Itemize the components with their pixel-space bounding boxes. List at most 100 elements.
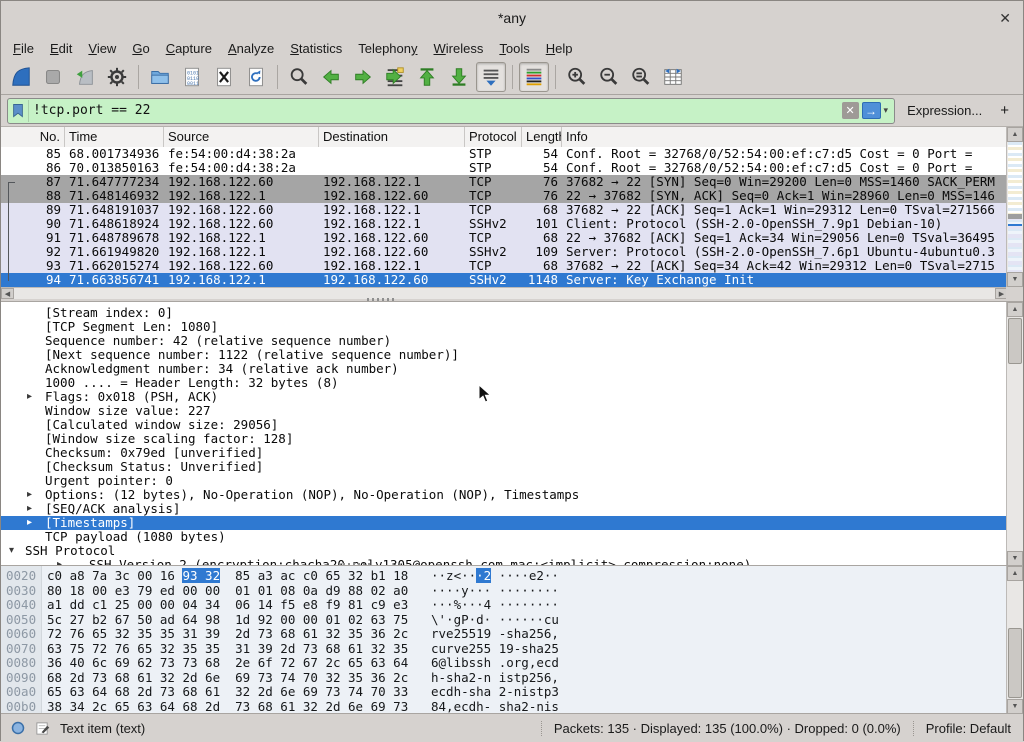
hex-row-0040[interactable]: 0040a1 dd c1 25 00 00 04 34 06 14 f5 e8 …: [1, 598, 1008, 613]
ascii-bytes[interactable]: h-sha2-n istp256,: [431, 671, 559, 686]
detail-line[interactable]: 1000 .... = Header Length: 32 bytes (8): [1, 376, 1008, 390]
collapsed-arrow-icon[interactable]: ▸: [27, 390, 32, 404]
auto-scroll-button[interactable]: [476, 62, 506, 92]
detail-line[interactable]: Acknowledgment number: 34 (relative ack …: [1, 362, 1008, 376]
scroll-up-icon[interactable]: ▲: [1007, 302, 1023, 317]
column-header-length[interactable]: Length: [522, 127, 562, 147]
detail-line[interactable]: ▸Flags: 0x018 (PSH, ACK): [1, 390, 1008, 404]
scroll-left-icon[interactable]: ◀: [1, 288, 14, 299]
column-header-protocol[interactable]: Protocol: [465, 127, 522, 147]
scrollbar-thumb[interactable]: [1008, 628, 1022, 698]
hex-row-00a0[interactable]: 00a065 63 64 68 2d 73 68 61 32 2d 6e 69 …: [1, 685, 1008, 700]
detail-line[interactable]: ▸[SEQ/ACK analysis]: [1, 502, 1008, 516]
packet-row-94[interactable]: 9471.663856741192.168.122.1192.168.122.6…: [1, 273, 1008, 287]
ascii-bytes[interactable]: ····y··· ········: [431, 584, 559, 599]
ascii-bytes[interactable]: 6@libssh .org,ecd: [431, 656, 559, 671]
collapsed-arrow-icon[interactable]: ▸: [27, 488, 32, 502]
display-filter-input[interactable]: [29, 100, 842, 122]
scroll-up-icon[interactable]: ▲: [1007, 566, 1023, 581]
detail-line[interactable]: Sequence number: 42 (relative sequence n…: [1, 334, 1008, 348]
detail-line[interactable]: Urgent pointer: 0: [1, 474, 1008, 488]
packet-row-89[interactable]: 8971.648191037192.168.122.60192.168.122.…: [1, 203, 1008, 217]
ascii-bytes[interactable]: curve255 19-sha25: [431, 642, 559, 657]
hex-row-0060[interactable]: 006072 76 65 32 35 35 31 39 2d 73 68 61 …: [1, 627, 1008, 642]
detail-line[interactable]: [Stream index: 0]: [1, 306, 1008, 320]
save-file-button[interactable]: 010101100011: [177, 62, 207, 92]
go-back-button[interactable]: [316, 62, 346, 92]
packet-row-88[interactable]: 8871.648146932192.168.122.1192.168.122.6…: [1, 189, 1008, 203]
hex-bytes[interactable]: 72 76 65 32 35 35 31 39 2d 73 68 61 32 3…: [47, 627, 408, 642]
hex-bytes[interactable]: c0 a8 7a 3c 00 16 93 32 85 a3 ac c0 65 3…: [47, 569, 408, 584]
detail-line[interactable]: [Next sequence number: 1122 (relative se…: [1, 348, 1008, 362]
expanded-arrow-icon[interactable]: ▾: [9, 544, 14, 558]
filter-bookmark-icon[interactable]: [8, 100, 29, 122]
detail-line[interactable]: ▸[Timestamps]: [1, 516, 1008, 530]
menu-analyze[interactable]: Analyze: [220, 39, 282, 58]
menu-go[interactable]: Go: [124, 39, 157, 58]
detail-line[interactable]: Checksum: 0x79ed [unverified]: [1, 446, 1008, 460]
hex-bytes[interactable]: 65 63 64 68 2d 73 68 61 32 2d 6e 69 73 7…: [47, 685, 408, 700]
ascii-bytes[interactable]: rve25519 -sha256,: [431, 627, 559, 642]
resize-columns-button[interactable]: [658, 62, 688, 92]
detail-line[interactable]: [Window size scaling factor: 128]: [1, 432, 1008, 446]
scroll-down-icon[interactable]: ▼: [1007, 551, 1023, 566]
status-profile[interactable]: Profile: Default: [913, 721, 1023, 736]
collapsed-arrow-icon[interactable]: ▸: [27, 502, 32, 516]
expert-info-icon[interactable]: [11, 721, 25, 735]
hex-row-0030[interactable]: 003080 18 00 e3 79 ed 00 00 01 01 08 0a …: [1, 584, 1008, 599]
go-forward-button[interactable]: [348, 62, 378, 92]
open-file-button[interactable]: [145, 62, 175, 92]
hex-bytes[interactable]: 68 2d 73 68 61 32 2d 6e 69 73 74 70 32 3…: [47, 671, 408, 686]
hex-row-00b0[interactable]: 00b038 34 2c 65 63 64 68 2d 73 68 61 32 …: [1, 700, 1008, 715]
go-first-button[interactable]: [412, 62, 442, 92]
menu-telephony[interactable]: Telephony: [350, 39, 425, 58]
display-filter-field[interactable]: ✕ → ▾: [7, 98, 895, 124]
detail-line[interactable]: [TCP Segment Len: 1080]: [1, 320, 1008, 334]
titlebar[interactable]: *any ✕: [1, 1, 1023, 38]
restart-capture-button[interactable]: [70, 62, 100, 92]
stop-capture-button[interactable]: [38, 62, 68, 92]
column-header-destination[interactable]: Destination: [319, 127, 465, 147]
filter-clear-icon[interactable]: ✕: [842, 102, 859, 119]
packet-row-91[interactable]: 9171.648789678192.168.122.1192.168.122.6…: [1, 231, 1008, 245]
menu-capture[interactable]: Capture: [158, 39, 220, 58]
scrollbar-thumb[interactable]: [1008, 318, 1022, 364]
filter-apply-icon[interactable]: →: [862, 102, 881, 119]
go-last-button[interactable]: [444, 62, 474, 92]
close-icon[interactable]: ✕: [999, 10, 1011, 27]
detail-line[interactable]: [Checksum Status: Unverified]: [1, 460, 1008, 474]
column-header-no[interactable]: No.: [1, 127, 65, 147]
colorize-button[interactable]: [519, 62, 549, 92]
ascii-bytes[interactable]: \'·gP·d· ······cu: [431, 613, 559, 628]
zoom-in-button[interactable]: [562, 62, 592, 92]
zoom-out-button[interactable]: [594, 62, 624, 92]
find-packet-button[interactable]: [284, 62, 314, 92]
expression-button[interactable]: Expression...: [907, 103, 982, 118]
zoom-original-button[interactable]: [626, 62, 656, 92]
close-file-button[interactable]: [209, 62, 239, 92]
packet-row-87[interactable]: 8771.647777234192.168.122.60192.168.122.…: [1, 175, 1008, 189]
capture-comment-icon[interactable]: [35, 721, 50, 736]
hex-bytes[interactable]: 5c 27 b2 67 50 ad 64 98 1d 92 00 00 01 0…: [47, 613, 408, 628]
menu-statistics[interactable]: Statistics: [282, 39, 350, 58]
ascii-bytes[interactable]: 84,ecdh- sha2-nis: [431, 700, 559, 715]
menu-file[interactable]: File: [5, 39, 42, 58]
scroll-down-icon[interactable]: ▼: [1007, 699, 1023, 714]
menu-view[interactable]: View: [80, 39, 124, 58]
column-header-info[interactable]: Info: [562, 127, 1008, 147]
packet-list-hscrollbar[interactable]: ◀ ▶: [1, 287, 1008, 299]
filter-history-dropdown-icon[interactable]: ▾: [884, 105, 889, 116]
details-scrollbar[interactable]: ▲ ▼: [1006, 302, 1023, 566]
detail-line[interactable]: ▾SSH Protocol: [1, 544, 1008, 558]
capture-options-button[interactable]: [102, 62, 132, 92]
menu-help[interactable]: Help: [538, 39, 581, 58]
hex-row-0090[interactable]: 009068 2d 73 68 61 32 2d 6e 69 73 74 70 …: [1, 671, 1008, 686]
intelligent-scrollbar-minimap[interactable]: [1008, 142, 1022, 272]
menu-tools[interactable]: Tools: [491, 39, 537, 58]
packet-list-header[interactable]: No.TimeSourceDestinationProtocolLengthIn…: [1, 127, 1008, 148]
hex-bytes[interactable]: 80 18 00 e3 79 ed 00 00 01 01 08 0a d9 8…: [47, 584, 408, 599]
packet-list-scrollbar[interactable]: ▲ ▼: [1006, 127, 1023, 287]
hex-row-0050[interactable]: 00505c 27 b2 67 50 ad 64 98 1d 92 00 00 …: [1, 613, 1008, 628]
collapsed-arrow-icon[interactable]: ▸: [27, 516, 32, 530]
detail-line[interactable]: Window size value: 227: [1, 404, 1008, 418]
